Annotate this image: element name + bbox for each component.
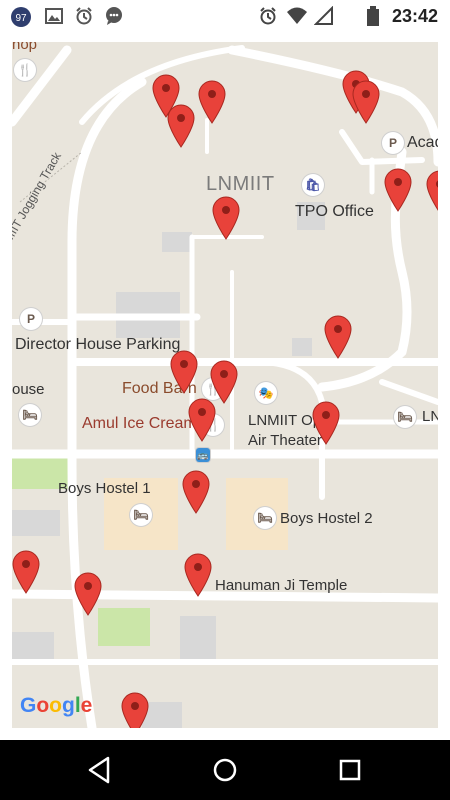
bed-icon[interactable]: 🛏 bbox=[130, 504, 152, 526]
building bbox=[12, 632, 54, 662]
boys-hostel-1-label[interactable]: Boys Hostel 1 bbox=[58, 480, 151, 497]
alarm-icon bbox=[258, 6, 278, 26]
academic-block-label[interactable]: Acad bbox=[407, 134, 438, 152]
shopping-icon[interactable]: 🛍 bbox=[302, 174, 324, 196]
shop-label[interactable]: hop bbox=[12, 42, 37, 53]
status-bar: 97 23:42 bbox=[0, 0, 450, 32]
map-pin-marker[interactable] bbox=[198, 80, 226, 124]
building bbox=[162, 232, 192, 252]
home-icon[interactable] bbox=[205, 752, 245, 788]
tpo-office-label[interactable]: TPO Office bbox=[295, 203, 374, 221]
chat-icon bbox=[104, 6, 124, 26]
map-pin-marker[interactable] bbox=[426, 170, 438, 214]
map-pin-marker[interactable] bbox=[188, 398, 216, 442]
wifi-icon bbox=[286, 6, 308, 26]
map-pin-marker[interactable] bbox=[184, 553, 212, 597]
bus-stop-icon[interactable]: 🚌 bbox=[196, 448, 210, 462]
battery-icon bbox=[366, 6, 380, 26]
map-pin-marker[interactable] bbox=[121, 692, 149, 728]
map-pin-marker[interactable] bbox=[352, 80, 380, 124]
map-pin-marker[interactable] bbox=[170, 350, 198, 394]
house-label[interactable]: ouse bbox=[12, 381, 45, 398]
google-logo: Google bbox=[20, 694, 93, 717]
hanuman-ji-temple-label[interactable]: Hanuman Ji Temple bbox=[215, 577, 347, 594]
recents-icon[interactable] bbox=[330, 752, 370, 788]
map-view[interactable]: hop LNMIIT TPO Office Acad LNMIIT Joggin… bbox=[12, 42, 438, 728]
navigation-bar bbox=[0, 740, 450, 800]
open-air-theater-label-line2[interactable]: Air Theater bbox=[248, 432, 322, 449]
building bbox=[180, 616, 216, 662]
map-pin-marker[interactable] bbox=[74, 572, 102, 616]
back-icon[interactable] bbox=[80, 752, 120, 788]
map-pin-marker[interactable] bbox=[212, 196, 240, 240]
bed-icon[interactable]: 🛏 bbox=[254, 507, 276, 529]
hostel-right-label[interactable]: LN bbox=[422, 408, 438, 425]
map-pin-marker[interactable] bbox=[12, 550, 40, 594]
map-pin-marker[interactable] bbox=[182, 470, 210, 514]
status-clock: 23:42 bbox=[391, 6, 438, 26]
alarm-icon bbox=[74, 6, 94, 26]
bed-icon[interactable]: 🛏 bbox=[394, 406, 416, 428]
restaurant-icon[interactable]: 🍴 bbox=[14, 59, 36, 81]
building bbox=[292, 338, 312, 356]
image-icon bbox=[44, 6, 64, 26]
parking-icon[interactable]: P bbox=[382, 132, 404, 154]
parking-icon[interactable]: P bbox=[20, 308, 42, 330]
amul-ice-cream-label[interactable]: Amul Ice Cream bbox=[82, 415, 197, 433]
theater-icon[interactable]: 🎭 bbox=[255, 382, 277, 404]
notification-badge-icon: 97 bbox=[10, 6, 31, 27]
director-house-parking-label[interactable]: Director House Parking bbox=[15, 336, 180, 354]
building bbox=[12, 510, 60, 536]
boys-hostel-2-label[interactable]: Boys Hostel 2 bbox=[280, 510, 373, 527]
park-area bbox=[98, 608, 150, 646]
lnmiit-area-label: LNMIIT bbox=[206, 173, 275, 195]
badge-count: 97 bbox=[15, 13, 27, 24]
signal-icon bbox=[313, 5, 334, 26]
map-pin-marker[interactable] bbox=[324, 315, 352, 359]
map-pin-marker[interactable] bbox=[384, 168, 412, 212]
map-pin-marker[interactable] bbox=[312, 401, 340, 445]
bed-icon[interactable]: 🛏 bbox=[19, 404, 41, 426]
map-pin-marker[interactable] bbox=[167, 104, 195, 148]
